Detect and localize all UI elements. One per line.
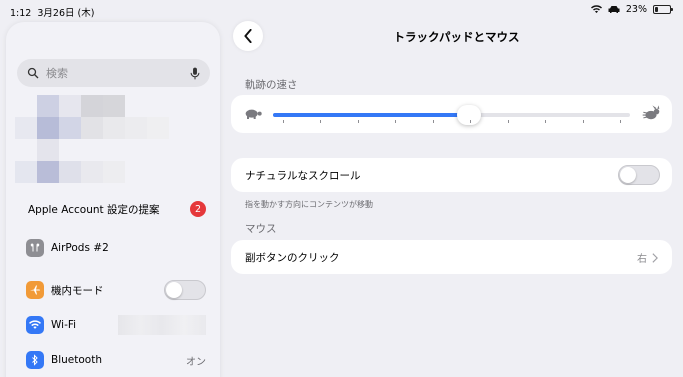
slider-tick: [470, 120, 472, 123]
account-suggestion-label: Apple Account 設定の提案: [28, 203, 160, 216]
airplane-icon: [26, 281, 44, 299]
slider-tick: [432, 120, 434, 123]
chevron-right-icon: [652, 252, 658, 263]
sidebar-item-airpods[interactable]: AirPods #2: [26, 236, 206, 260]
notification-badge: 2: [190, 201, 206, 217]
page-title: トラックパッドとマウス: [393, 30, 520, 44]
status-bar: 1:12 3月26日 (木) 23%: [0, 0, 683, 20]
slider-tick: [545, 120, 547, 123]
wifi-icon: [26, 316, 44, 334]
natural-scroll-toggle[interactable]: [618, 165, 660, 185]
mouse-section-header: マウス: [245, 223, 277, 235]
secondary-click-label: 副ボタンのクリック: [245, 252, 340, 264]
car-status-icon: [608, 6, 620, 13]
wifi-network-name-blurred: [118, 315, 206, 335]
sidebar-item-airplane-mode[interactable]: 機内モード: [26, 278, 206, 302]
toggle-knob: [166, 282, 182, 298]
slider-tick: [620, 120, 621, 123]
tracking-speed-card: [231, 95, 672, 133]
bluetooth-icon: [26, 351, 44, 369]
natural-scroll-label: ナチュラルなスクロール: [245, 170, 361, 182]
status-time-date: 1:12 3月26日 (木): [10, 8, 95, 19]
tracking-speed-slider[interactable]: [273, 105, 630, 125]
sidebar: 検索 Apple Account 設定の提案 2 AirPods #2 機内モー…: [6, 22, 220, 377]
natural-scroll-footnote: 指を動かす方向にコンテンツが移動: [245, 200, 373, 209]
battery-icon: [653, 5, 673, 14]
turtle-icon: [245, 109, 262, 119]
search-icon: [27, 67, 39, 79]
wifi-status-icon: [590, 5, 602, 13]
slider-tick: [357, 120, 359, 123]
sidebar-item-label: Wi-Fi: [51, 319, 77, 331]
tracking-speed-header: 軌跡の速さ: [245, 79, 298, 91]
slider-tick: [283, 120, 284, 123]
airplane-mode-toggle[interactable]: [164, 280, 206, 300]
sidebar-item-bluetooth[interactable]: Bluetooth オン: [26, 348, 206, 372]
status-indicators: 23%: [590, 4, 673, 15]
slider-tick: [582, 120, 584, 123]
secondary-click-row[interactable]: 副ボタンのクリック 右: [231, 240, 672, 274]
slider-tick: [507, 120, 509, 123]
sidebar-item-label: 機内モード: [51, 284, 104, 297]
bluetooth-status: オン: [186, 356, 206, 368]
toggle-knob: [620, 167, 636, 183]
natural-scroll-row[interactable]: ナチュラルなスクロール: [231, 158, 672, 192]
battery-percent: 23%: [625, 4, 647, 15]
account-suggestion-row[interactable]: Apple Account 設定の提案 2: [28, 200, 206, 218]
rabbit-icon: [642, 105, 660, 120]
secondary-click-value-wrap: 右: [637, 250, 658, 265]
slider-tick: [320, 120, 322, 123]
search-field[interactable]: 検索: [17, 59, 210, 87]
slider-tick: [395, 120, 397, 123]
sidebar-item-wifi[interactable]: Wi-Fi: [26, 313, 206, 337]
sidebar-item-label: Bluetooth: [51, 354, 102, 366]
airpods-icon: [26, 239, 44, 257]
search-input[interactable]: 検索: [46, 65, 190, 81]
sidebar-item-label: AirPods #2: [51, 242, 109, 254]
secondary-click-value: 右: [637, 254, 647, 265]
slider-fill: [273, 113, 470, 117]
microphone-icon[interactable]: [190, 67, 200, 80]
